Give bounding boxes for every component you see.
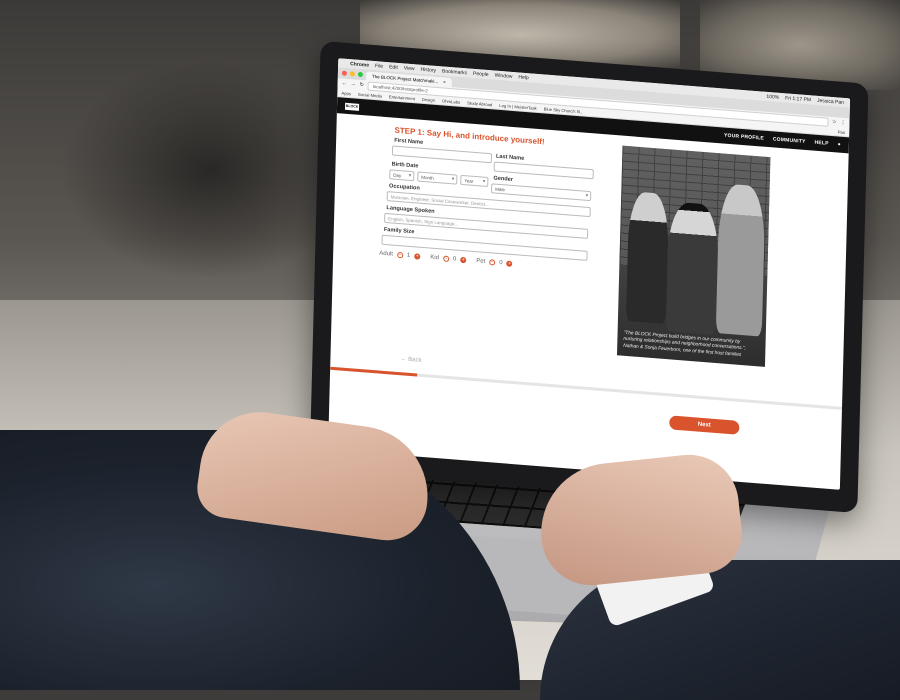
adult-count: 1 [406,252,411,259]
menu-window[interactable]: Window [495,72,513,79]
menu-view[interactable]: View [404,65,415,72]
family-size-label: Family Size [383,226,415,236]
photo-person-center [665,201,720,335]
birth-year-select[interactable]: Year [460,174,489,188]
minimize-window-icon[interactable] [349,71,355,77]
forward-arrow-icon[interactable]: → [351,81,356,87]
kid-label: Kid [430,254,440,262]
bookmark-study-abroad[interactable]: Study Abroad [467,100,492,107]
first-name-label: First Name [394,137,424,146]
photo-person-right [715,183,766,337]
menu-bookmarks[interactable]: Bookmarks [442,68,467,76]
progress-bar [330,366,843,410]
back-arrow-icon[interactable]: ← [342,81,347,87]
menu-file[interactable]: File [375,63,383,70]
first-name-input[interactable] [391,145,493,164]
zoom-window-icon[interactable] [357,71,363,78]
photo-person-woman [625,191,670,325]
gender-select[interactable]: Male [491,183,592,202]
reload-icon[interactable]: ↻ [360,82,364,88]
bookmark-design[interactable]: Design [422,96,435,102]
bookmark-blue-sky-church[interactable]: Blue Sky Church: B... [544,106,584,114]
host-family-photo: "The BLOCK Project build bridges in our … [617,145,771,367]
next-button[interactable]: Next [669,415,740,435]
pet-minus-icon[interactable]: − [489,259,496,266]
occupation-label: Occupation [388,183,420,192]
menu-people[interactable]: People [473,70,489,77]
adult-plus-icon[interactable]: + [414,253,421,260]
menubar-app-name[interactable]: Chrome [350,61,369,68]
kid-minus-icon[interactable]: − [442,255,450,262]
nav-your-profile[interactable]: YOUR PROFILE [724,133,764,142]
form-content: STEP 1: Say Hi, and introduce yourself! … [329,113,849,453]
nav-community[interactable]: COMMUNITY [773,136,806,145]
pet-label: Pet [476,258,486,265]
kid-plus-icon[interactable]: + [460,257,467,264]
bookmark-meistertask[interactable]: Log In | MeisterTask [499,102,537,110]
adult-label: Adult [379,250,394,258]
gender-label: Gender [493,175,514,183]
back-arrow-icon: ← [400,356,409,363]
nav-help[interactable]: HELP [814,140,828,147]
menu-help[interactable]: Help [518,74,528,81]
menu-dots-icon[interactable]: ⋮ [840,120,845,126]
menu-history[interactable]: History [420,66,436,73]
bookmark-apps[interactable]: Apps [341,90,351,96]
close-window-icon[interactable] [341,70,347,76]
last-name-label: Last Name [495,153,525,162]
laptop-screen: Chrome File Edit View History Bookmarks … [328,58,851,490]
back-label: Back [408,356,422,364]
kid-count: 0 [452,256,457,263]
adult-minus-icon[interactable]: − [396,252,404,259]
pet-plus-icon[interactable]: + [506,260,513,267]
profile-label[interactable]: Pan [838,129,846,135]
bookmark-ohmlabs[interactable]: OhmLabs [442,98,460,104]
menu-edit[interactable]: Edit [389,64,398,71]
bookmark-social-media[interactable]: Social Media [358,91,382,98]
window-controls [341,70,363,78]
battery-status[interactable]: 100% [766,93,779,100]
help-circle-icon[interactable]: ● [838,141,841,147]
progress-bar-fill [330,366,418,377]
pet-count: 0 [499,259,503,267]
birth-day-select[interactable]: Day [389,169,415,182]
back-button[interactable]: ← Back [400,356,421,364]
language-input[interactable]: English, Spanish, Sign Language... [384,212,589,239]
bookmark-star-icon[interactable]: ☆ [832,119,837,125]
birth-month-select[interactable]: Month [417,171,458,185]
bookmark-entertainment[interactable]: Entertainment [389,94,415,101]
site-logo[interactable]: BLOCK [344,102,360,111]
tab-close-icon[interactable]: × [443,79,446,84]
birth-date-label: Birth Date [391,161,419,170]
